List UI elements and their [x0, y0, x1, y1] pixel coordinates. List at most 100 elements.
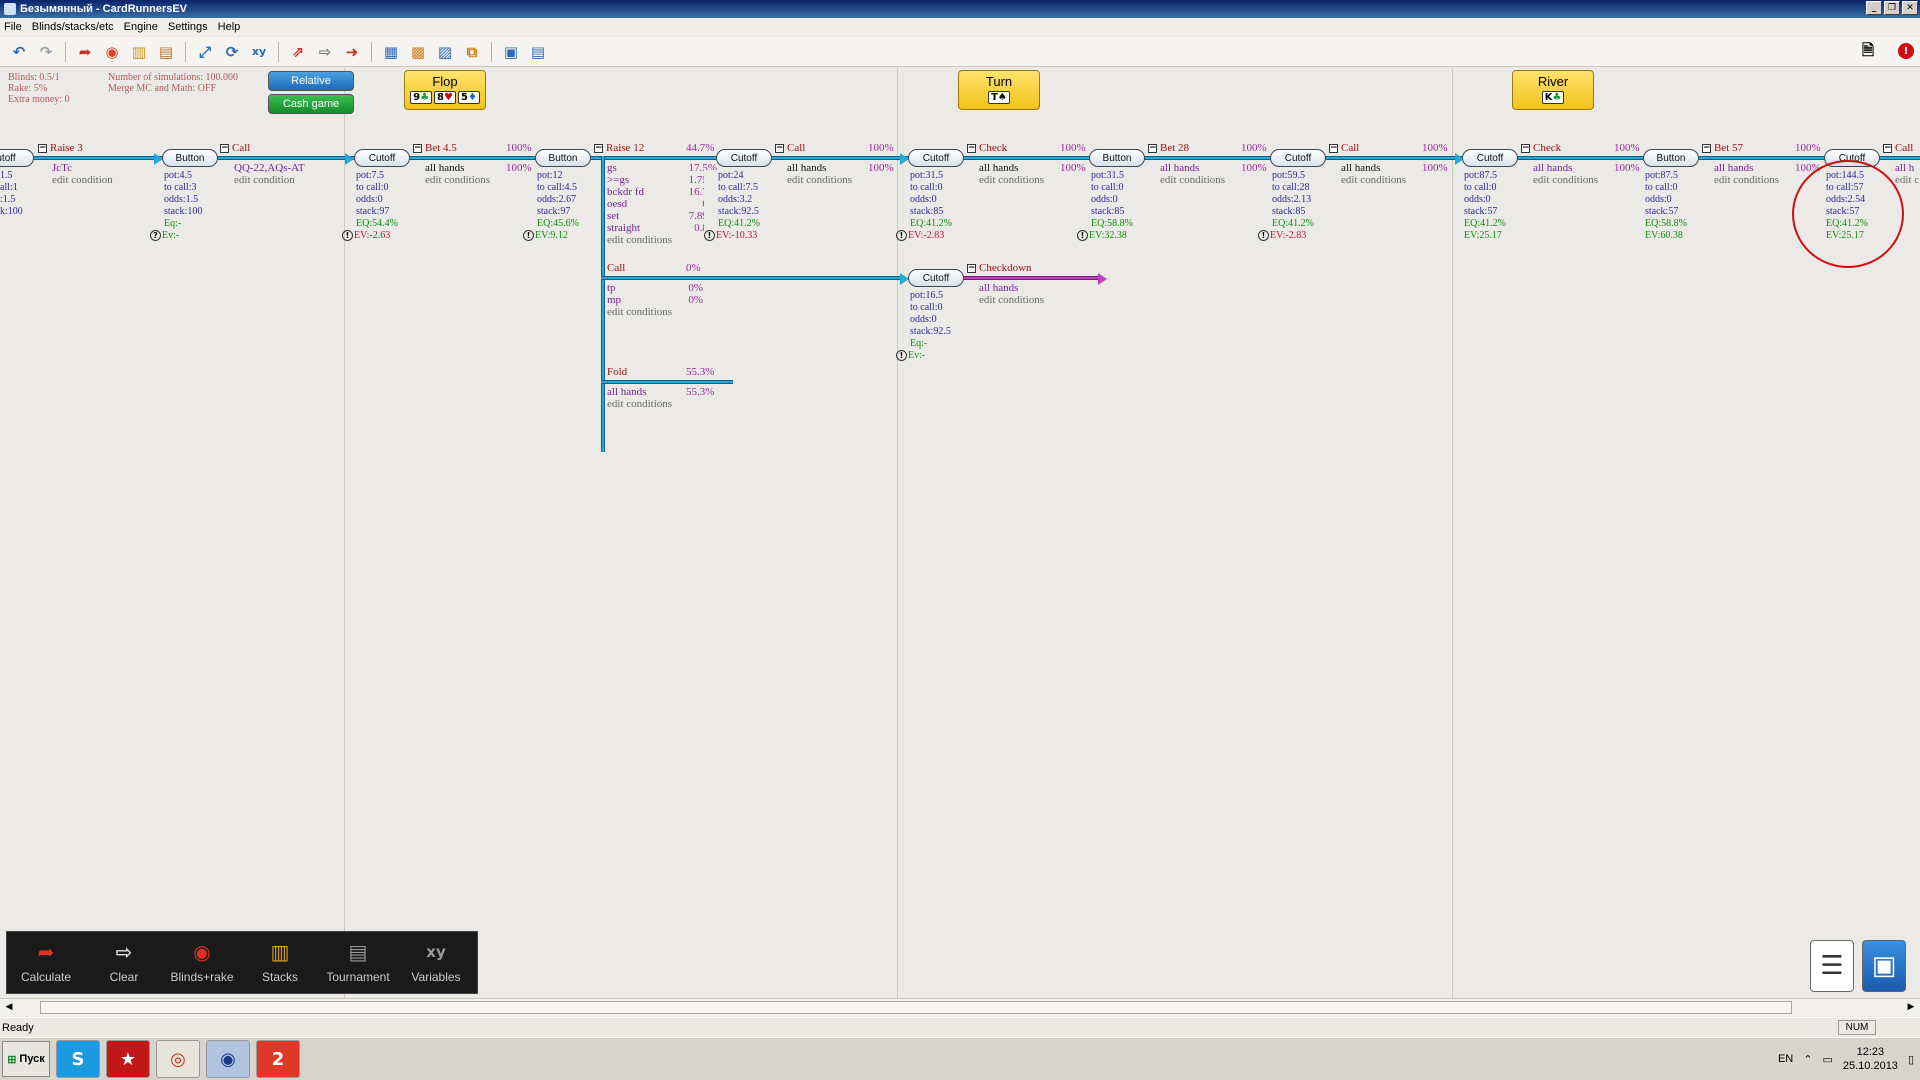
- edit-conditions-link[interactable]: edit conditions: [607, 398, 672, 410]
- cash-game-button[interactable]: Cash game: [268, 94, 354, 114]
- street-turn[interactable]: Turn T♠: [958, 70, 1040, 110]
- node-button[interactable]: Button: [1643, 149, 1699, 167]
- chart-icon[interactable]: ▨: [434, 41, 456, 63]
- chip-icon[interactable]: ◉: [101, 41, 123, 63]
- report-icon[interactable]: ☰: [1810, 940, 1854, 992]
- blinds-rake-button[interactable]: ◉ Blinds+rake: [163, 938, 241, 994]
- relative-button[interactable]: Relative: [268, 71, 354, 91]
- app2-icon[interactable]: 2: [256, 1040, 300, 1078]
- tournament-button[interactable]: ▤ Tournament: [319, 938, 397, 994]
- node-cutoff[interactable]: Cutoff: [1270, 149, 1326, 167]
- edit-conditions-link[interactable]: edit conditions: [607, 306, 703, 318]
- action-bet[interactable]: − Bet 4.5: [413, 142, 457, 154]
- close-button[interactable]: ✕: [1902, 1, 1918, 15]
- scroll-thumb[interactable]: [40, 1001, 1792, 1014]
- node-cutoff[interactable]: Cutoff: [354, 149, 410, 167]
- edit-conditions-link[interactable]: edit conditions: [1714, 174, 1779, 186]
- variables-button[interactable]: xy Variables: [397, 938, 475, 994]
- clock[interactable]: 12:23 25.10.2013: [1843, 1045, 1898, 1073]
- hand-icon[interactable]: ▣: [500, 41, 522, 63]
- maximize-button[interactable]: ❐: [1884, 1, 1900, 15]
- edit-conditions-link[interactable]: edit conditions: [979, 294, 1044, 306]
- minimize-button[interactable]: _: [1866, 1, 1882, 15]
- show-desktop-icon[interactable]: ▯: [1908, 1053, 1914, 1066]
- collapse-icon[interactable]: −: [38, 143, 47, 153]
- arrow-right-icon[interactable]: ⇨: [314, 41, 336, 63]
- action-check[interactable]: − Check: [1521, 142, 1561, 154]
- edit-conditions-link[interactable]: edit conditions: [1341, 174, 1406, 186]
- collapse-icon[interactable]: −: [220, 143, 229, 153]
- edit-conditions-link[interactable]: edit conditions: [1533, 174, 1598, 186]
- collapse-icon[interactable]: −: [967, 143, 976, 153]
- network-icon[interactable]: ▭: [1822, 1053, 1832, 1066]
- language-indicator[interactable]: EN: [1778, 1053, 1793, 1065]
- warning-icon[interactable]: !: [896, 230, 907, 242]
- collapse-icon[interactable]: −: [413, 143, 422, 153]
- document-icon[interactable]: 🗎: [1857, 41, 1879, 63]
- calculate-button[interactable]: ➦ Calculate: [7, 938, 85, 994]
- menu-settings[interactable]: Settings: [168, 21, 208, 33]
- edit-conditions-link[interactable]: edit c: [1895, 174, 1919, 186]
- scroll-right-icon[interactable]: ▶: [1904, 1001, 1918, 1014]
- collapse-icon[interactable]: −: [1521, 143, 1530, 153]
- start-button[interactable]: ⊞ Пуск: [2, 1041, 50, 1077]
- tournament-icon[interactable]: ▤: [155, 41, 177, 63]
- node-cutoff[interactable]: Cutoff: [1462, 149, 1518, 167]
- export-icon[interactable]: ⧉: [461, 41, 483, 63]
- warning-icon[interactable]: !: [523, 230, 534, 242]
- save-icon[interactable]: ▣: [1862, 940, 1906, 992]
- action-bet[interactable]: − Bet 57: [1702, 142, 1743, 154]
- collapse-icon[interactable]: −: [1148, 143, 1157, 153]
- calculate-icon[interactable]: ➦: [74, 41, 96, 63]
- graph-icon[interactable]: ⤢: [194, 41, 216, 63]
- collapse-icon[interactable]: −: [1329, 143, 1338, 153]
- street-river[interactable]: River K♣: [1512, 70, 1594, 110]
- refresh-icon[interactable]: ⟳: [221, 41, 243, 63]
- pokerstars-icon[interactable]: ★: [106, 1040, 150, 1078]
- edit-conditions-link[interactable]: edit conditions: [1160, 174, 1225, 186]
- collapse-icon[interactable]: −: [775, 143, 784, 153]
- action-check[interactable]: − Check: [967, 142, 1007, 154]
- edit-conditions-link[interactable]: edit conditions: [787, 174, 852, 186]
- variables-icon[interactable]: xy: [248, 41, 270, 63]
- node-button[interactable]: Button: [535, 149, 591, 167]
- unknown-icon[interactable]: ?: [150, 230, 161, 242]
- edit-conditions-link[interactable]: edit condition: [52, 174, 113, 186]
- collapse-icon[interactable]: −: [1883, 143, 1892, 153]
- tray-expand-icon[interactable]: ⌃: [1803, 1053, 1812, 1066]
- warning-icon[interactable]: !: [704, 230, 715, 242]
- warning-icon[interactable]: !: [896, 350, 907, 362]
- stacks-icon[interactable]: ▥: [128, 41, 150, 63]
- chrome-icon[interactable]: ◎: [156, 1040, 200, 1078]
- action-call[interactable]: − Call: [1329, 142, 1359, 154]
- action-call[interactable]: − Call: [220, 142, 250, 154]
- node-cutoff[interactable]: Cutoff: [716, 149, 772, 167]
- action-raise[interactable]: − Raise 3: [38, 142, 83, 154]
- skype-icon[interactable]: S: [56, 1040, 100, 1078]
- branch-fold-label[interactable]: Fold: [607, 366, 627, 378]
- undo-icon[interactable]: ↶: [8, 41, 30, 63]
- branch-call-label[interactable]: Call: [607, 262, 625, 274]
- branch-icon[interactable]: ⇗: [287, 41, 309, 63]
- range-icon[interactable]: ▦: [380, 41, 402, 63]
- warning-icon[interactable]: !: [342, 230, 353, 242]
- stacks-button[interactable]: ▥ Stacks: [241, 938, 319, 994]
- settings-icon[interactable]: ▤: [527, 41, 549, 63]
- action-bet[interactable]: − Bet 28: [1148, 142, 1189, 154]
- grid-icon[interactable]: ▩: [407, 41, 429, 63]
- edit-conditions-link[interactable]: edit conditions: [425, 174, 490, 186]
- collapse-icon[interactable]: −: [1702, 143, 1711, 153]
- cardrunnersev-icon[interactable]: ◉: [206, 1040, 250, 1078]
- collapse-icon[interactable]: −: [967, 263, 976, 273]
- menu-engine[interactable]: Engine: [124, 21, 158, 33]
- scroll-left-icon[interactable]: ◀: [2, 1001, 16, 1014]
- action-checkdown[interactable]: − Checkdown: [967, 262, 1032, 274]
- action-raise[interactable]: − Raise 12: [594, 142, 644, 154]
- node-cutoff[interactable]: utoff: [0, 149, 34, 167]
- edit-conditions-link[interactable]: edit conditions: [607, 234, 717, 246]
- node-button[interactable]: Button: [1089, 149, 1145, 167]
- node-cutoff[interactable]: Cutoff: [908, 149, 964, 167]
- action-call[interactable]: − Call: [1883, 142, 1913, 154]
- edit-conditions-link[interactable]: edit conditions: [979, 174, 1044, 186]
- node-button[interactable]: Button: [162, 149, 218, 167]
